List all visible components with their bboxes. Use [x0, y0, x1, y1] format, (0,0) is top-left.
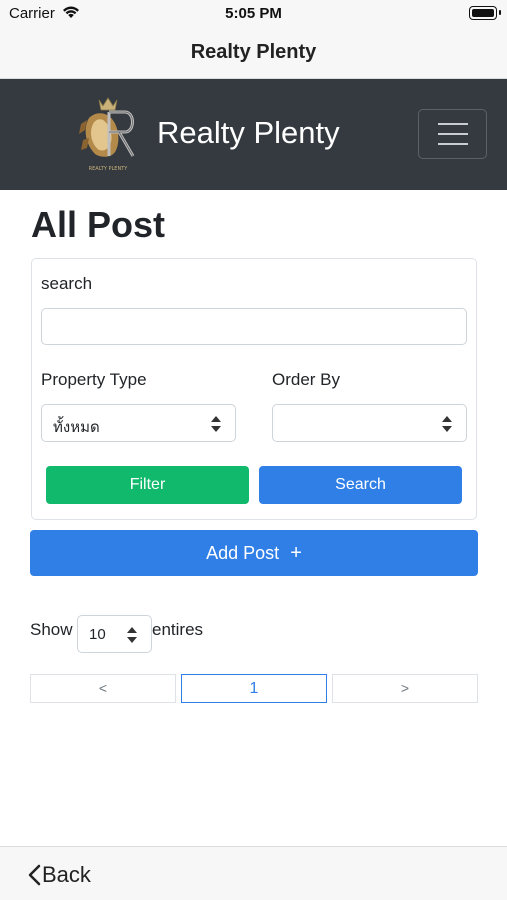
brand-logo: REALTY PLENTY: [79, 97, 135, 172]
hamburger-icon-line: [438, 133, 468, 135]
search-button[interactable]: Search: [259, 466, 462, 504]
show-label: Show: [30, 620, 73, 639]
select-arrows-icon: [127, 627, 137, 643]
add-post-label: Add Post: [206, 543, 280, 563]
add-post-button[interactable]: Add Post +: [30, 530, 478, 576]
page-title: All Post: [31, 204, 166, 245]
select-arrows-icon: [442, 416, 452, 432]
logo-caption: REALTY PLENTY: [89, 166, 129, 172]
order-by-select[interactable]: [272, 404, 467, 442]
property-type-value: ทั้งหมด: [53, 419, 100, 436]
status-bar: Carrier 5:05 PM: [0, 0, 507, 30]
pagination-page-1[interactable]: 1: [181, 674, 327, 703]
select-arrows-icon: [211, 416, 221, 432]
hamburger-icon-line: [438, 123, 468, 125]
entries-value: 10: [89, 626, 106, 643]
plus-icon: +: [290, 542, 302, 564]
chevron-left-icon[interactable]: [27, 864, 41, 886]
property-type-select[interactable]: ทั้งหมด: [41, 404, 236, 442]
filter-button[interactable]: Filter: [46, 466, 249, 504]
status-time: 5:05 PM: [225, 5, 282, 22]
entries-label: entires: [152, 620, 204, 639]
search-input[interactable]: [41, 308, 467, 345]
app-header: REALTY PLENTY Realty Plenty: [0, 79, 507, 190]
brand-name: Realty Plenty: [157, 115, 340, 150]
order-by-label: Order By: [272, 370, 341, 389]
hamburger-icon-line: [438, 143, 468, 145]
pagination-next-button[interactable]: >: [332, 674, 478, 703]
nav-title: Realty Plenty: [190, 41, 317, 63]
property-type-label: Property Type: [41, 370, 147, 389]
back-button[interactable]: Back: [42, 862, 91, 888]
pagination-prev-button[interactable]: <: [30, 674, 176, 703]
menu-toggle-button[interactable]: [418, 109, 487, 159]
battery-icon: [469, 6, 501, 20]
search-label: search: [41, 274, 93, 293]
entries-select[interactable]: 10: [77, 615, 152, 653]
bottom-toolbar: Back: [0, 846, 507, 900]
navigation-bar: Realty Plenty: [0, 30, 507, 79]
